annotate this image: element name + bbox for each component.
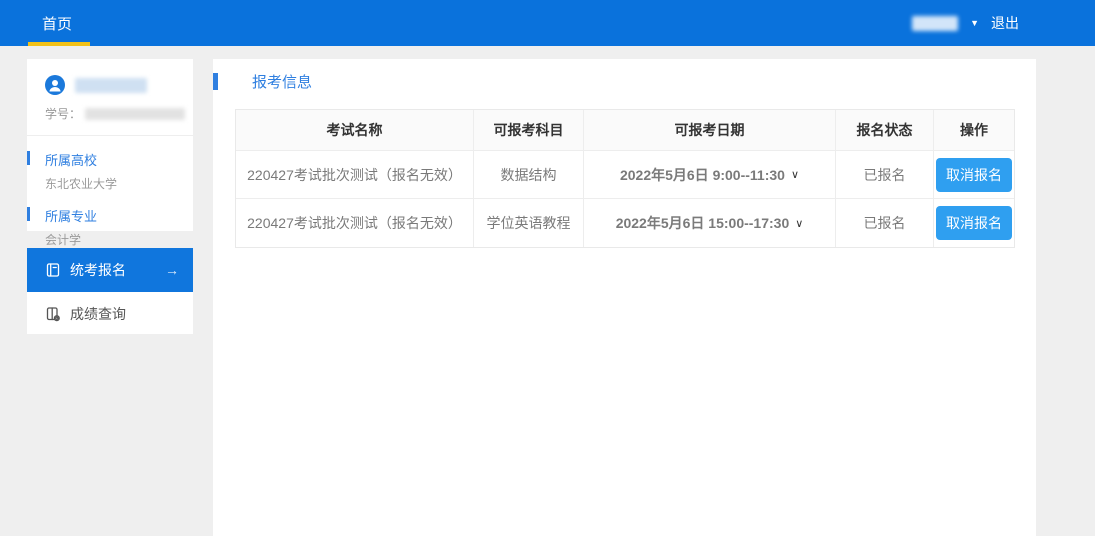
username-redacted [912,16,958,31]
logout-link[interactable]: 退出 [991,13,1019,33]
accent-bar [27,207,30,221]
status-cell: 已报名 [836,151,934,199]
sidebar-item-label: 成绩查询 [70,304,126,324]
user-avatar-icon [45,75,65,95]
chevron-down-icon[interactable]: ∨ [795,217,803,230]
status-cell: 已报名 [836,199,934,247]
university-label: 所属高校 [45,150,97,169]
main-panel: 报考信息 考试名称 可报考科目 可报考日期 报名状态 操作 220427考试批次… [213,59,1036,536]
top-bar: 首页 ▼ 退出 [0,0,1095,46]
date-dropdown[interactable]: 2022年5月6日 9:00--11:30 ∨ [584,151,836,199]
accent-bar [27,151,30,165]
student-id-redacted [85,108,185,120]
table-header-row: 考试名称 可报考科目 可报考日期 报名状态 操作 [236,110,1014,151]
date-text: 2022年5月6日 15:00--17:30 [616,213,790,233]
col-exam-name: 考试名称 [236,110,474,151]
subject-cell: 学位英语教程 [474,199,584,247]
sidebar-item-exam-registration[interactable]: 统考报名 → [27,248,193,292]
student-id-label: 学号： [45,105,81,122]
profile-divider [27,135,193,136]
table-row: 220427考试批次测试（报名无效） 学位英语教程 2022年5月6日 15:0… [236,199,1014,247]
section-title: 报考信息 [213,71,312,92]
date-dropdown[interactable]: 2022年5月6日 15:00--17:30 ∨ [584,199,836,247]
student-name-redacted [75,78,147,93]
col-subject: 可报考科目 [474,110,584,151]
cancel-registration-button[interactable]: 取消报名 [936,158,1012,192]
score-book-icon [45,306,61,322]
tab-active-underline [28,42,90,46]
subject-cell: 数据结构 [474,151,584,199]
col-action: 操作 [934,110,1014,151]
registration-form-icon [45,262,61,278]
exam-name-cell: 220427考试批次测试（报名无效） [236,151,474,199]
sidebar-menu: 统考报名 → 成绩查询 [27,248,193,334]
profile-card: 学号： 所属高校 东北农业大学 所属专业 会计学 [27,59,193,231]
col-date: 可报考日期 [584,110,836,151]
tab-home-label: 首页 [42,13,72,34]
col-status: 报名状态 [836,110,934,151]
registration-table: 考试名称 可报考科目 可报考日期 报名状态 操作 220427考试批次测试（报名… [235,109,1015,248]
cancel-registration-button[interactable]: 取消报名 [936,206,1012,240]
student-id-row: 学号： [27,95,193,122]
title-accent-bar [213,73,218,90]
profile-header [27,59,193,95]
major-label: 所属专业 [45,206,97,225]
university-block: 所属高校 东北农业大学 [27,150,193,192]
exam-name-cell: 220427考试批次测试（报名无效） [236,199,474,247]
date-text: 2022年5月6日 9:00--11:30 [620,165,785,185]
page-title: 报考信息 [252,71,312,92]
major-block: 所属专业 会计学 [27,206,193,248]
action-cell: 取消报名 [934,199,1014,247]
table-row: 220427考试批次测试（报名无效） 数据结构 2022年5月6日 9:00--… [236,151,1014,199]
user-menu[interactable]: ▼ 退出 [912,13,1019,33]
tab-home[interactable]: 首页 [28,0,86,46]
chevron-down-icon[interactable]: ▼ [970,19,979,28]
chevron-down-icon[interactable]: ∨ [791,168,799,181]
university-value: 东北农业大学 [27,169,193,192]
arrow-right-icon: → [165,262,179,278]
action-cell: 取消报名 [934,151,1014,199]
sidebar-item-score-inquiry[interactable]: 成绩查询 [27,292,193,335]
page: 首页 ▼ 退出 学号： 所属高校 [0,0,1095,536]
major-value: 会计学 [27,225,193,248]
sidebar-item-label: 统考报名 [70,260,126,280]
